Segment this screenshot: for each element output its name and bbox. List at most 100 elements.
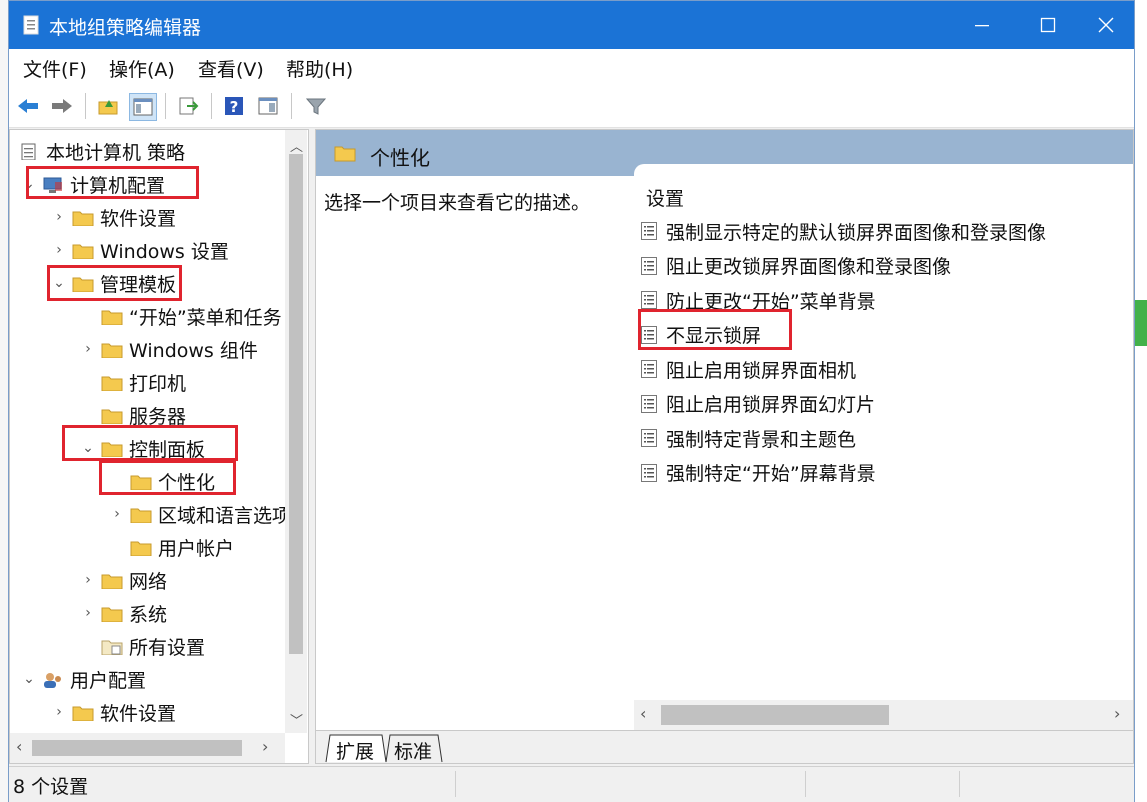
toolbar-separator xyxy=(85,93,86,119)
folder-icon xyxy=(72,244,94,259)
chevron-down-icon[interactable]: ⌄ xyxy=(79,440,97,456)
setting-item[interactable]: 阻止启用锁屏界面幻灯片 xyxy=(640,389,875,419)
setting-item-label: 不显示锁屏 xyxy=(666,325,762,347)
folder-icon xyxy=(130,541,152,556)
folder-icon xyxy=(101,376,123,391)
properties-icon xyxy=(258,97,278,115)
menu-bar: 文件(F) 操作(A) 查看(V) 帮助(H) xyxy=(9,49,1134,85)
scroll-left-icon[interactable]: ‹ xyxy=(640,704,646,723)
minimize-icon xyxy=(975,25,989,27)
status-bar: 8 个设置 xyxy=(9,766,1134,802)
setting-item-label: 阻止启用锁屏界面幻灯片 xyxy=(666,394,876,416)
tree-item[interactable]: › 软件设置 xyxy=(50,696,176,728)
status-separator xyxy=(805,771,806,797)
tree-item[interactable]: 个性化 xyxy=(108,465,216,497)
tree-item-label: 所有设置 xyxy=(129,636,206,659)
forward-arrow-icon xyxy=(52,99,72,113)
tree-item[interactable]: ⌄ 用户配置 xyxy=(20,663,146,695)
status-separator xyxy=(959,771,960,797)
folder-icon xyxy=(130,508,152,523)
chevron-right-icon[interactable]: › xyxy=(79,605,97,621)
user-icon xyxy=(44,672,61,688)
tree-vertical-scroll-thumb[interactable] xyxy=(289,154,303,654)
close-button[interactable] xyxy=(1073,1,1139,49)
setting-item-label: 阻止更改锁屏界面图像和登录图像 xyxy=(666,256,952,278)
tree-item-label: 用户配置 xyxy=(70,669,147,692)
maximize-button[interactable] xyxy=(1015,1,1081,49)
setting-item[interactable]: 不显示锁屏 xyxy=(640,320,761,350)
scroll-right-icon[interactable]: › xyxy=(262,737,268,756)
setting-item[interactable]: 阻止更改锁屏界面图像和登录图像 xyxy=(640,251,951,281)
forward-button[interactable] xyxy=(49,93,75,119)
chevron-right-icon[interactable]: › xyxy=(79,572,97,588)
tree-item[interactable]: 打印机 xyxy=(79,366,186,398)
menu-action[interactable]: 操作(A) xyxy=(109,55,175,82)
chevron-right-icon[interactable]: › xyxy=(50,209,68,225)
tree-item[interactable]: › Windows 组件 xyxy=(79,333,258,365)
scroll-right-icon[interactable]: › xyxy=(1114,704,1120,723)
chevron-right-icon[interactable]: › xyxy=(50,242,68,258)
tree-item[interactable]: 用户帐户 xyxy=(108,531,234,563)
chevron-down-icon[interactable]: ⌄ xyxy=(20,176,38,192)
tree-item[interactable]: › 区域和语言选项 xyxy=(108,498,291,530)
chevron-down-icon[interactable]: ⌄ xyxy=(20,671,38,687)
policy-setting-icon xyxy=(641,325,657,344)
tree-item[interactable]: 所有设置 xyxy=(79,630,205,662)
folder-icon xyxy=(101,310,123,325)
chevron-right-icon[interactable]: › xyxy=(50,704,68,720)
menu-view[interactable]: 查看(V) xyxy=(198,55,264,82)
show-hide-tree-icon xyxy=(133,98,153,116)
setting-item[interactable]: 防止更改“开始”菜单背景 xyxy=(640,285,876,315)
folder-icon xyxy=(101,409,123,424)
back-button[interactable] xyxy=(15,93,41,119)
up-button[interactable] xyxy=(95,93,121,119)
tree-item[interactable]: › 网络 xyxy=(79,564,167,596)
tree-item-label: 服务器 xyxy=(129,405,187,428)
tree-item-label: 区域和语言选项 xyxy=(158,504,292,527)
tree-item-label: Windows 设置 xyxy=(100,240,229,263)
help-button[interactable]: ? xyxy=(221,93,247,119)
tree-item[interactable]: › Windows 设置 xyxy=(50,234,229,266)
scroll-down-icon[interactable]: ﹀ xyxy=(290,710,303,729)
export-list-button[interactable] xyxy=(175,93,201,119)
settings-horizontal-scroll-thumb[interactable] xyxy=(661,705,889,725)
tree-item[interactable]: 本地计算机 策略 xyxy=(14,135,185,167)
chevron-right-icon[interactable]: › xyxy=(79,341,97,357)
tree-item[interactable]: “开始”菜单和任务 xyxy=(79,300,282,332)
scroll-up-icon[interactable]: ︿ xyxy=(290,136,303,155)
folder-icon xyxy=(101,574,123,589)
chevron-right-icon[interactable]: › xyxy=(108,506,126,522)
folder-icon xyxy=(72,706,94,721)
policy-setting-icon xyxy=(641,291,657,309)
maximize-icon xyxy=(1040,17,1056,33)
properties-button[interactable] xyxy=(255,93,281,119)
toolbar-separator xyxy=(211,93,212,119)
tree-item[interactable]: › 系统 xyxy=(79,597,167,629)
tab-extended[interactable]: 扩展 xyxy=(336,737,374,763)
filter-button[interactable] xyxy=(303,93,329,119)
chevron-down-icon[interactable]: ⌄ xyxy=(50,275,68,291)
show-tree-button[interactable] xyxy=(129,93,157,121)
setting-item[interactable]: 阻止启用锁屏界面相机 xyxy=(640,354,856,384)
tree-item[interactable]: ⌄ 控制面板 xyxy=(79,432,205,464)
menu-file[interactable]: 文件(F) xyxy=(23,55,87,82)
folder-icon xyxy=(130,475,152,490)
minimize-button[interactable] xyxy=(949,1,1015,49)
tree-item[interactable]: › 软件设置 xyxy=(50,201,176,233)
tree-item-label: 软件设置 xyxy=(100,207,177,230)
tree-item-label: 个性化 xyxy=(158,471,216,494)
toolbar-separator xyxy=(291,93,292,119)
tree-item[interactable]: 服务器 xyxy=(79,399,186,431)
setting-item[interactable]: 强制特定“开始”屏幕背景 xyxy=(640,458,876,488)
menu-help[interactable]: 帮助(H) xyxy=(286,55,353,82)
tab-standard[interactable]: 标准 xyxy=(394,737,432,763)
settings-column-header[interactable]: 设置 xyxy=(646,184,684,211)
title-bar[interactable]: 本地组策略编辑器 xyxy=(9,1,1134,49)
setting-item[interactable]: 强制显示特定的默认锁屏界面图像和登录图像 xyxy=(640,216,1046,246)
tree-horizontal-scroll-thumb[interactable] xyxy=(32,740,242,756)
tree-item[interactable]: ⌄ 计算机配置 xyxy=(20,168,165,200)
scroll-left-icon[interactable]: ‹ xyxy=(16,737,22,756)
tree-item[interactable]: ⌄ 管理模板 xyxy=(50,267,176,299)
tree-item-label: 软件设置 xyxy=(100,702,177,725)
setting-item[interactable]: 强制特定背景和主题色 xyxy=(640,423,856,453)
